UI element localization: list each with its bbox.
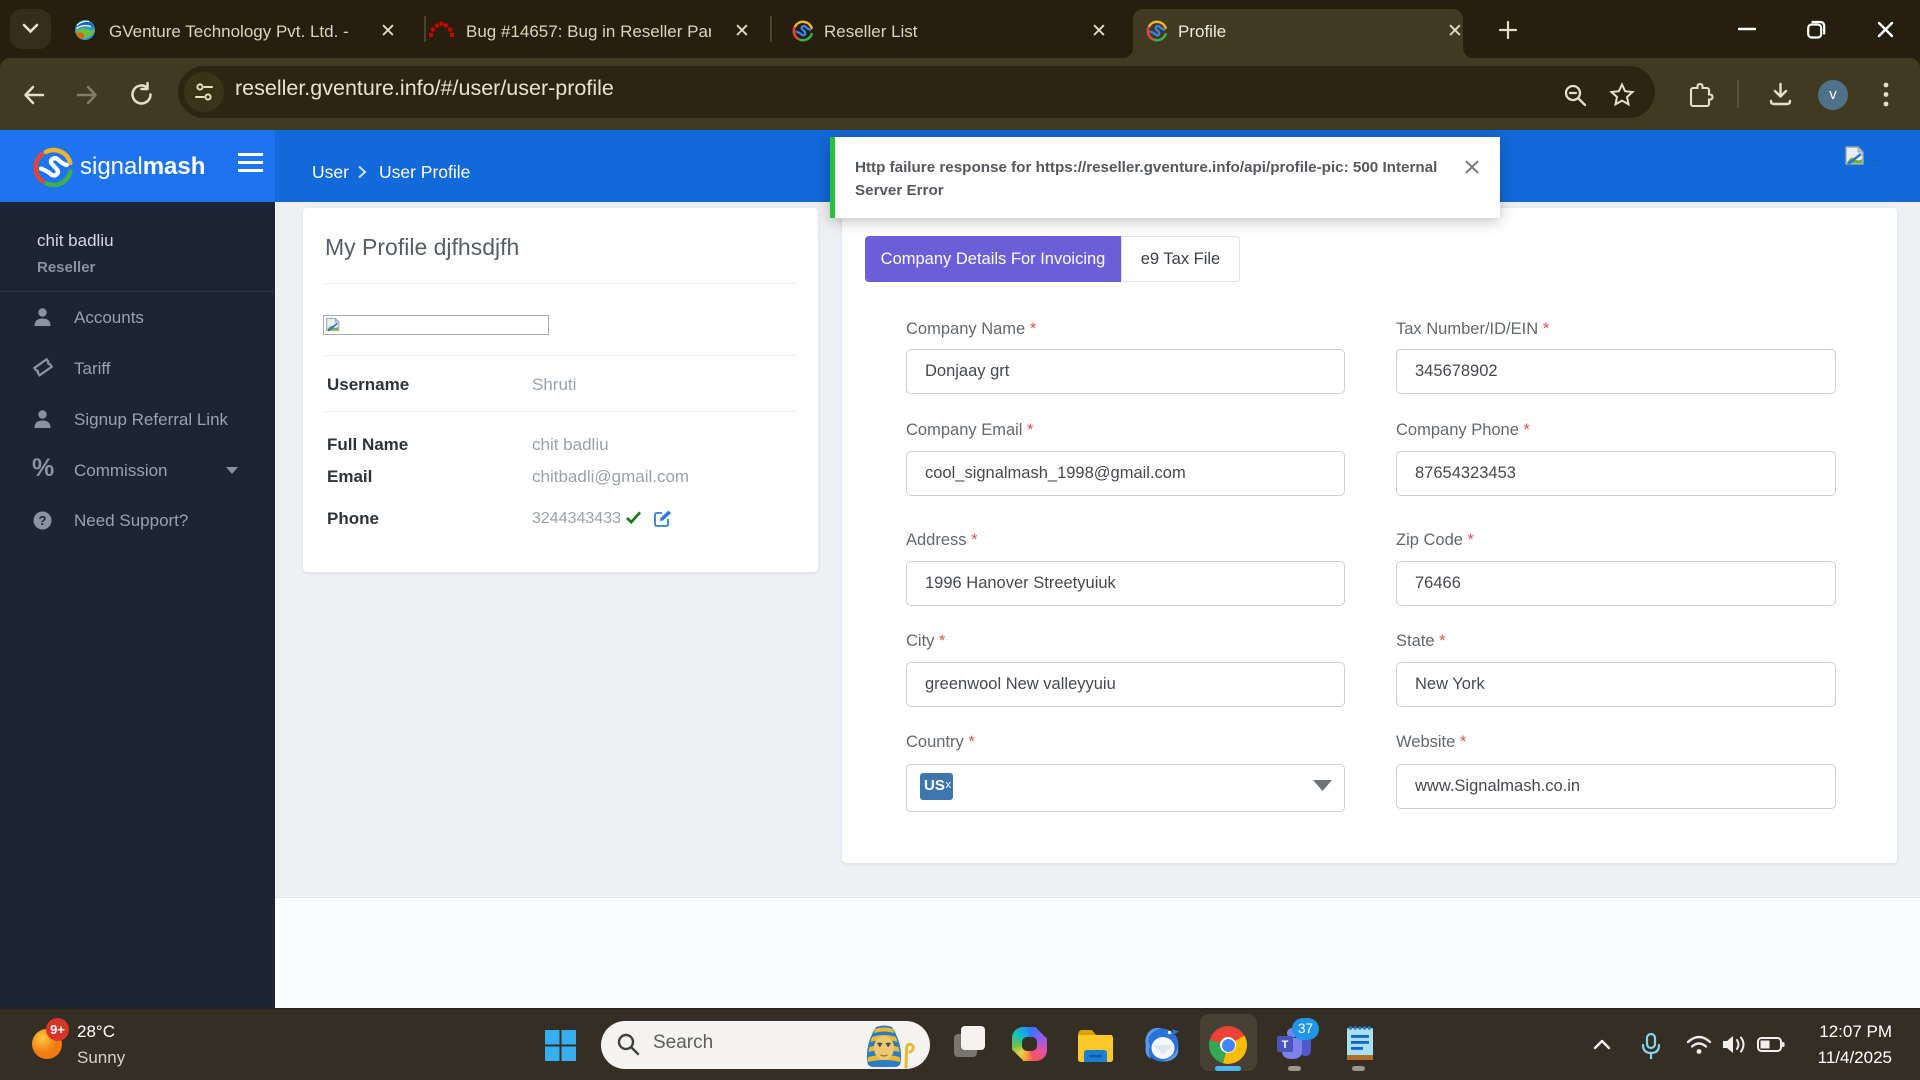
svg-text:?: ? xyxy=(39,513,47,528)
svg-text:T: T xyxy=(1282,1039,1289,1051)
